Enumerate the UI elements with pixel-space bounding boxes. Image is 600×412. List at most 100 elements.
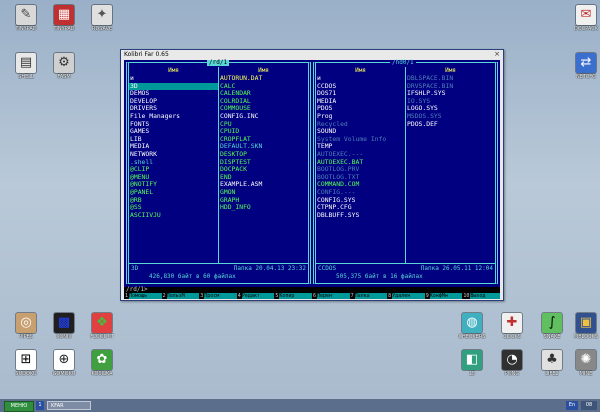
file-entry[interactable]: DEFAULT.SKN bbox=[219, 143, 308, 151]
file-entry[interactable]: и bbox=[129, 75, 218, 83]
file-entry[interactable]: CALC bbox=[219, 83, 308, 91]
fkey-10[interactable]: 10 Выход bbox=[462, 293, 500, 299]
file-entry[interactable]: GMON bbox=[219, 189, 308, 197]
fkey-3[interactable]: 3 Просм bbox=[199, 293, 237, 299]
file-entry[interactable]: DBLBUFF.SYS bbox=[316, 212, 405, 220]
file-entry[interactable]: COMMAND.COM bbox=[316, 181, 405, 189]
file-entry[interactable]: ASCIIVJU bbox=[129, 212, 218, 220]
file-entry[interactable]: IFSHLP.SYS bbox=[406, 90, 495, 98]
file-entry[interactable]: EXAMPLE.ASM bbox=[219, 181, 308, 189]
language-indicator[interactable]: En bbox=[566, 401, 578, 410]
file-entry[interactable]: DISPTEST bbox=[219, 159, 308, 167]
desktop-icon-pong[interactable]: ◔ PONG bbox=[492, 350, 532, 377]
file-entry[interactable]: AUTOEXEC.BAT bbox=[316, 159, 405, 167]
desktop-icon-sudoku[interactable]: ⊞ SUDOKU bbox=[6, 350, 46, 377]
file-entry[interactable]: PDOS.DEF bbox=[406, 121, 495, 129]
file-entry[interactable]: CONFIG.--- bbox=[316, 189, 405, 197]
menu-button[interactable]: МЕНЮ bbox=[4, 401, 34, 412]
desktop-icon-docpack[interactable]: ✉ DOCPACK bbox=[566, 5, 600, 32]
file-entry[interactable]: CPUID bbox=[219, 128, 308, 136]
file-entry[interactable]: CPU bbox=[219, 121, 308, 129]
desktop-icon-shell[interactable]: ▤ SHELL bbox=[6, 53, 46, 80]
file-entry[interactable]: AUTORUN.DAT bbox=[219, 75, 308, 83]
file-entry[interactable]: DEMOS bbox=[129, 90, 218, 98]
file-entry[interactable]: HDD_INFO bbox=[219, 204, 308, 212]
file-entry[interactable]: NETWORK bbox=[129, 151, 218, 159]
file-entry[interactable]: CROPFLAT bbox=[219, 136, 308, 144]
file-entry[interactable]: @NOTIFY bbox=[129, 181, 218, 189]
file-entry[interactable]: Prog bbox=[316, 113, 405, 121]
file-entry[interactable]: @SS bbox=[129, 204, 218, 212]
file-entry[interactable]: DESKTOP bbox=[219, 151, 308, 159]
desktop-icon-kosilka[interactable]: ✿ KOSILKA bbox=[82, 350, 122, 377]
file-entry[interactable]: COLRDIAL bbox=[219, 98, 308, 106]
file-entry[interactable]: и bbox=[316, 75, 405, 83]
right-panel[interactable]: /hd0/1 Имя и CCDOS DOS71 MEDIA PDOS Prog Recyc… bbox=[313, 60, 498, 284]
file-entry[interactable]: GRAPH bbox=[219, 197, 308, 205]
desktop-icon-netcfg[interactable]: ⇄ NETCFG bbox=[566, 53, 600, 80]
file-entry[interactable]: .shell bbox=[129, 159, 218, 167]
file-entry[interactable]: LOGO.SYS bbox=[406, 105, 495, 113]
desktop-icon-mine[interactable]: ✺ MINE bbox=[566, 350, 600, 377]
file-entry[interactable]: CONFIG.SYS bbox=[316, 197, 405, 205]
desktop-icon-15[interactable]: ◧ 15 bbox=[452, 350, 492, 377]
file-entry[interactable]: @PANEL bbox=[129, 189, 218, 197]
desktop-icon-rdsave[interactable]: ✦ RDSAVE bbox=[82, 5, 122, 32]
file-entry[interactable]: CONFIG.INC bbox=[219, 113, 308, 121]
fkey-8[interactable]: 8 Удален bbox=[387, 293, 425, 299]
file-entry[interactable]: LIB bbox=[129, 136, 218, 144]
file-entry[interactable]: IO.SYS bbox=[406, 98, 495, 106]
file-entry[interactable]: MSDOS.SYS bbox=[406, 113, 495, 121]
fkey-7[interactable]: 7 Папка bbox=[349, 293, 388, 299]
file-entry[interactable]: AUTOEXEC.--- bbox=[316, 151, 405, 159]
desktop-icon-tinypad[interactable]: ✎ TINYPAD bbox=[6, 5, 46, 32]
file-entry[interactable]: MEDIA bbox=[316, 98, 405, 106]
file-entry[interactable]: END bbox=[219, 174, 308, 182]
file-entry[interactable]: DRIVERS bbox=[129, 105, 218, 113]
fkey-2[interactable]: 2 ПользМ bbox=[161, 293, 200, 299]
fkey-9[interactable]: 9 КонфМн bbox=[424, 293, 463, 299]
kfar-window[interactable]: Kolibri Far 0.65 × /rd/1 Имя и 3D DEMOS DEV… bbox=[120, 49, 504, 301]
close-icon[interactable]: × bbox=[494, 50, 500, 58]
file-entry[interactable]: BOOTLOG.TXT bbox=[316, 174, 405, 182]
desktop-icon-flood-it[interactable]: ❖ FLOOD-IT bbox=[82, 313, 122, 340]
file-entry[interactable]: TEMP bbox=[316, 143, 405, 151]
file-entry[interactable]: CTPNP.CFG bbox=[316, 204, 405, 212]
file-entry[interactable]: @MENU bbox=[129, 174, 218, 182]
desktop-icon-xonix[interactable]: ▩ XONIX bbox=[44, 313, 84, 340]
desktop-icon-mblocks[interactable]: ▣ MBLOCKS bbox=[566, 313, 600, 340]
file-entry[interactable]: MEDIA bbox=[129, 143, 218, 151]
file-entry[interactable]: DRVSPACE.BIN bbox=[406, 83, 495, 91]
file-entry[interactable]: DOCPACK bbox=[219, 166, 308, 174]
file-entry[interactable]: GAMES bbox=[129, 128, 218, 136]
file-entry[interactable]: FONTS bbox=[129, 121, 218, 129]
window-titlebar[interactable]: Kolibri Far 0.65 × bbox=[121, 50, 503, 60]
desktop-number[interactable]: 1 bbox=[36, 401, 44, 410]
file-entry[interactable]: File Managers bbox=[129, 113, 218, 121]
file-entry[interactable]: DOS71 bbox=[316, 90, 405, 98]
desktop-icon-fasm[interactable]: ⚙ FASM bbox=[44, 53, 84, 80]
task-kfar[interactable]: KFAR bbox=[47, 401, 91, 410]
file-entry[interactable]: @RB bbox=[129, 197, 218, 205]
desktop-icon-clicks[interactable]: ✚ CLICKS bbox=[492, 313, 532, 340]
file-entry[interactable]: CCDOS bbox=[316, 83, 405, 91]
file-entry[interactable]: COMMOUSE bbox=[219, 105, 308, 113]
fkey-6[interactable]: 6 Перен bbox=[311, 293, 350, 299]
desktop-icon-tinypad[interactable]: ▦ TINYPAD bbox=[44, 5, 84, 32]
file-entry[interactable]: @CLIP bbox=[129, 166, 218, 174]
file-entry[interactable]: 3D bbox=[129, 82, 218, 91]
file-entry[interactable]: CALENDAR bbox=[219, 90, 308, 98]
desktop-icon-pipes[interactable]: ◎ PIPES bbox=[6, 313, 46, 340]
fkey-1[interactable]: 1 Помощь bbox=[124, 293, 162, 299]
file-entry[interactable]: DBLSPACE.BIN bbox=[406, 75, 495, 83]
file-entry[interactable]: BOOTLOG.PRV bbox=[316, 166, 405, 174]
file-entry[interactable]: System Volume Info bbox=[316, 136, 405, 144]
fkey-4[interactable]: 4 Редакт bbox=[236, 293, 275, 299]
desktop-icon-gomoku[interactable]: ⊕ GOMOKU bbox=[44, 350, 84, 377]
file-entry[interactable]: PDOS bbox=[316, 105, 405, 113]
desktop-icon-checkers[interactable]: ◍ CHECKERS bbox=[452, 313, 492, 340]
file-entry[interactable]: SOUND bbox=[316, 128, 405, 136]
file-entry[interactable]: DEVELOP bbox=[129, 98, 218, 106]
fkey-5[interactable]: 5 Копир bbox=[274, 293, 312, 299]
left-panel[interactable]: /rd/1 Имя и 3D DEMOS DEVELOP DRIVERS File Man… bbox=[126, 60, 311, 284]
